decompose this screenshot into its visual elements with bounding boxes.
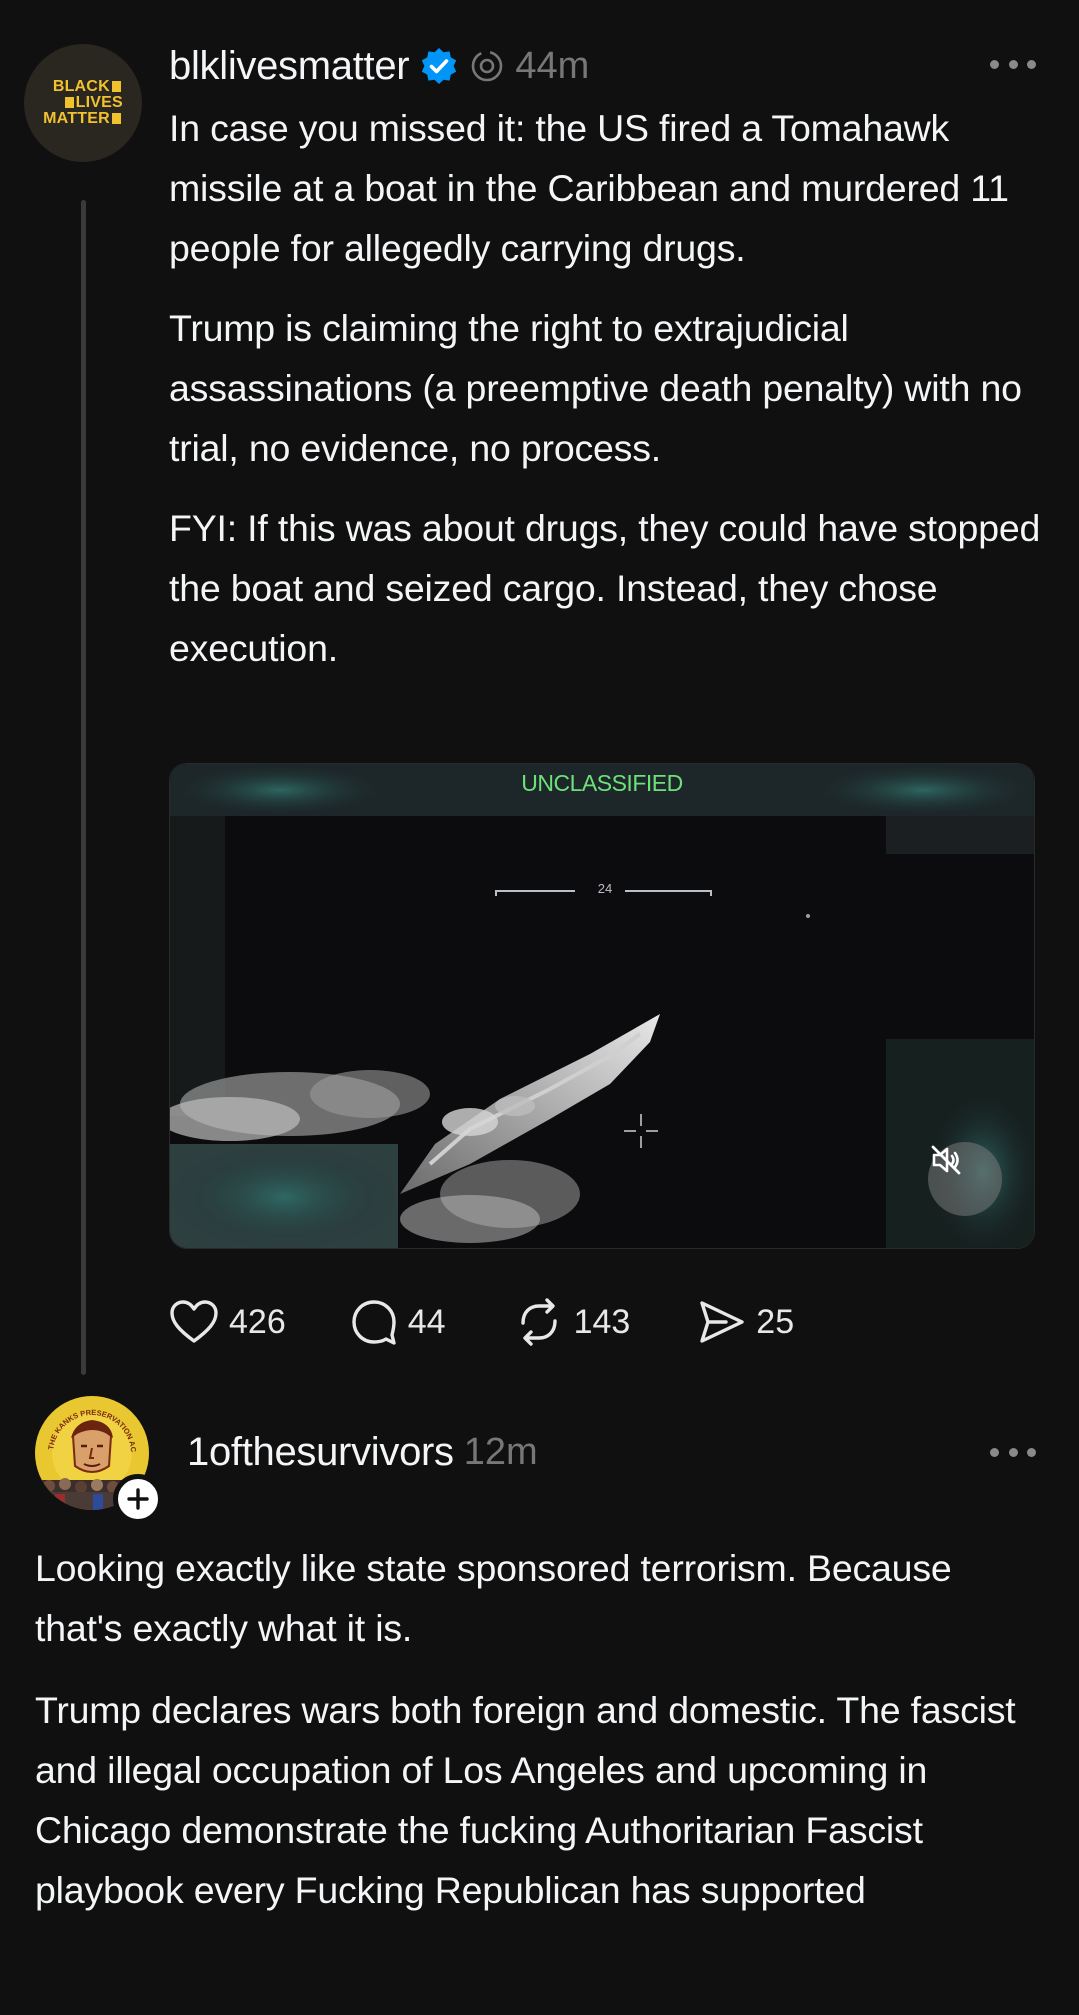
reply-more-options-icon[interactable] <box>990 1445 1036 1459</box>
plus-icon <box>127 1488 149 1510</box>
video-player[interactable]: UNCLASSIFIED 24 <box>169 763 1035 1249</box>
more-options-icon[interactable] <box>990 57 1036 71</box>
share-button[interactable]: 25 <box>698 1299 794 1345</box>
comment-icon <box>352 1300 396 1345</box>
repost-count: 143 <box>573 1302 631 1341</box>
repost-icon <box>520 1298 557 1346</box>
author-username[interactable]: blklivesmatter <box>169 44 410 89</box>
post-time: 44m <box>515 44 590 87</box>
video-overlay-label: UNCLASSIFIED <box>521 770 683 796</box>
post-paragraph: FYI: If this was about drugs, they could… <box>169 507 1041 669</box>
reply-body: Looking exactly like state sponsored ter… <box>35 1538 1045 1942</box>
comment-button[interactable]: 44 <box>350 1298 446 1346</box>
threads-icon <box>472 50 503 82</box>
speaker-muted-icon <box>931 1145 961 1175</box>
author-avatar[interactable]: BLACK LIVES MATTER <box>24 44 142 162</box>
reply-header: 1ofthesurvivors 12m <box>187 1426 538 1478</box>
post-paragraph: In case you missed it: the US fired a To… <box>169 107 1009 269</box>
post-body: In case you missed it: the US fired a To… <box>169 98 1049 698</box>
post-header: blklivesmatter 44m <box>169 40 589 92</box>
follow-button[interactable] <box>113 1474 163 1524</box>
blm-logo: BLACK LIVES MATTER <box>43 78 123 127</box>
comment-count: 44 <box>407 1302 446 1341</box>
post-actions: 426 44 143 25 <box>169 1296 794 1348</box>
repost-button[interactable]: 143 <box>514 1297 631 1347</box>
reply-paragraph: Looking exactly like state sponsored ter… <box>35 1547 952 1649</box>
send-icon <box>700 1301 744 1343</box>
reply-time: 12m <box>463 1430 538 1473</box>
like-count: 426 <box>229 1302 286 1341</box>
verified-badge-icon <box>422 48 457 84</box>
mute-button[interactable] <box>928 1142 1002 1216</box>
reply-author-username[interactable]: 1ofthesurvivors <box>187 1430 454 1475</box>
thread-line <box>81 200 86 1375</box>
heart-icon <box>170 1300 218 1343</box>
share-count: 25 <box>756 1302 795 1341</box>
reticle-number: 24 <box>597 881 613 896</box>
like-button[interactable]: 426 <box>169 1299 286 1345</box>
post-paragraph: Trump is claiming the right to extrajudi… <box>169 307 1022 469</box>
video-frame <box>170 764 1034 1248</box>
reply-paragraph: Trump declares wars both foreign and dom… <box>35 1689 1016 1911</box>
